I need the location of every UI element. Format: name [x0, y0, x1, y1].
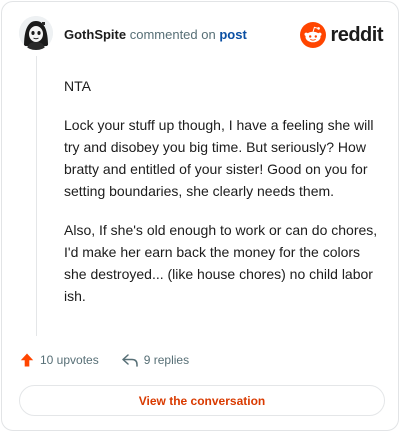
commented-on-text: commented on [126, 27, 220, 42]
reddit-logo[interactable]: reddit [300, 21, 383, 49]
reddit-wordmark: reddit [330, 23, 383, 46]
thread-line [36, 56, 37, 336]
reddit-snoo-icon [300, 22, 327, 48]
arrow-up-icon [20, 353, 34, 367]
comment-header: GothSpite commented on post [64, 27, 247, 43]
username[interactable]: GothSpite [64, 27, 126, 42]
comment-paragraph: NTA [64, 78, 91, 94]
reply-icon [121, 354, 138, 367]
upvotes-count: 10 upvotes [40, 353, 99, 367]
post-link[interactable]: post [219, 27, 246, 42]
upvote-button[interactable]: 10 upvotes [19, 352, 99, 368]
comment-card: GothSpite commented on post reddit NTA L… [1, 1, 399, 431]
comment-body: NTA Lock your stuff up though, I have a … [64, 75, 384, 324]
comment-actions: 10 upvotes 9 replies [19, 352, 189, 368]
avatar[interactable] [19, 16, 53, 50]
avatar-goth-icon [19, 16, 53, 50]
comment-paragraph: Also, If she's old enough to work or can… [64, 222, 378, 304]
replies-button[interactable]: 9 replies [121, 352, 189, 368]
replies-count: 9 replies [143, 353, 190, 367]
view-conversation-button[interactable]: View the conversation [19, 385, 385, 416]
comment-paragraph: Lock your stuff up though, I have a feel… [64, 117, 374, 199]
